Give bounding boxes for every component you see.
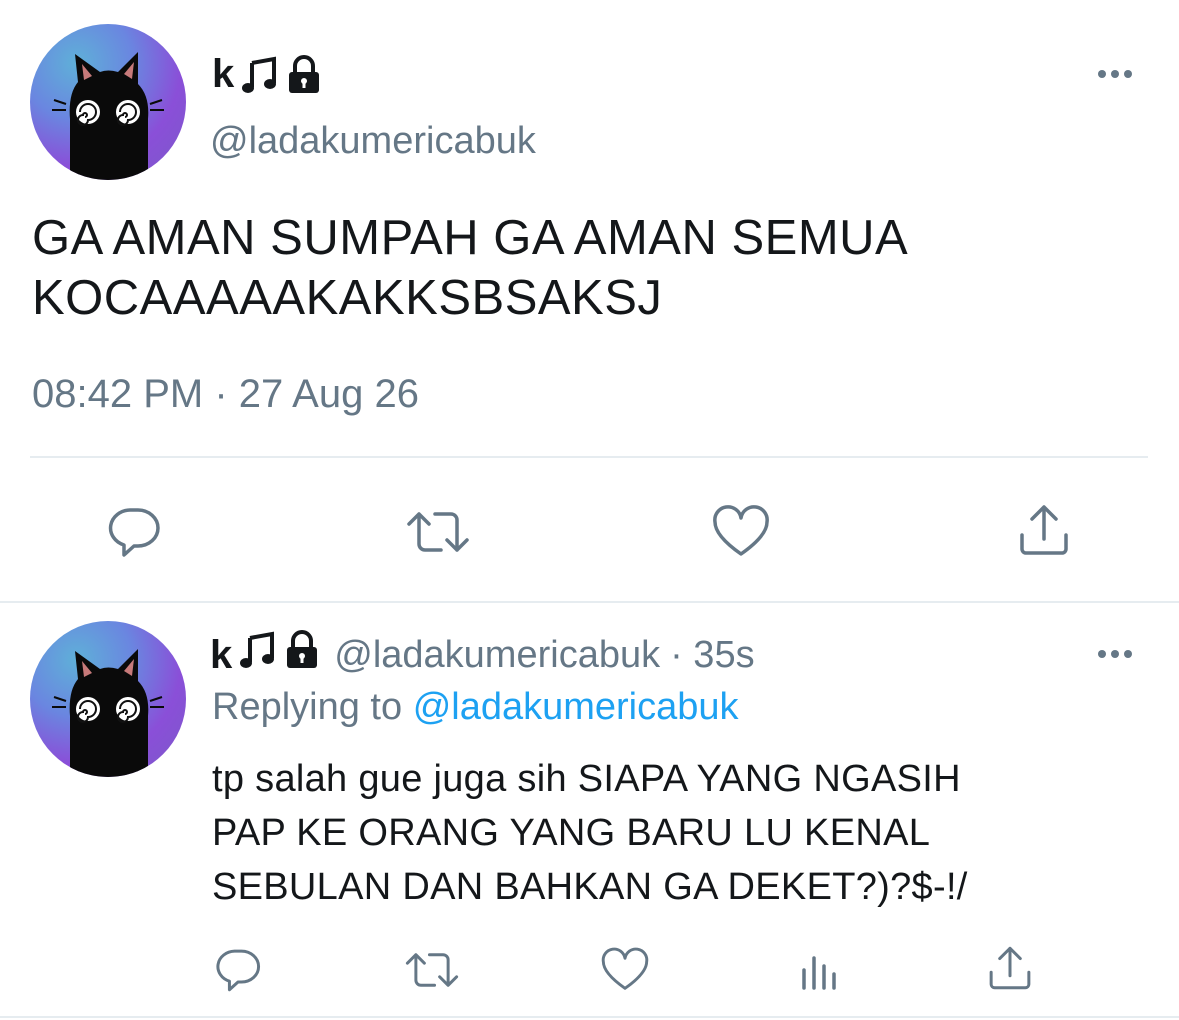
more-options-icon[interactable] <box>1098 650 1132 658</box>
reply-text-line: PAP KE ORANG YANG BARU LU KENAL <box>212 812 931 854</box>
divider <box>0 601 1179 603</box>
music-note-icon <box>240 55 280 95</box>
tweet-text: GA AMAN SUMPAH GA AMAN SEMUA KOCAAAAAKAK… <box>32 208 1152 328</box>
more-options-icon[interactable] <box>1098 70 1132 78</box>
replying-prefix: Replying to <box>212 686 403 728</box>
share-icon[interactable] <box>984 942 1036 994</box>
retweet-icon[interactable] <box>404 502 472 562</box>
replying-mention-link[interactable]: @ladakumericabuk <box>413 686 739 728</box>
replying-to: Replying to @ladakumericabuk <box>212 686 739 729</box>
black-cat-icon <box>52 649 164 777</box>
reply-text-line: tp salah gue juga sih SIAPA YANG NGASIH <box>212 758 961 800</box>
author-handle[interactable]: @ladakumericabuk <box>334 634 660 677</box>
like-icon[interactable] <box>598 944 652 996</box>
music-note-icon <box>238 630 278 680</box>
avatar[interactable] <box>30 621 186 777</box>
author-name[interactable]: k <box>212 52 322 97</box>
tweet-timestamp[interactable]: 08:42 PM · 27 Aug 26 <box>32 372 419 417</box>
tweet-text-line: GA AMAN SUMPAH GA AMAN SEMUA <box>32 211 909 265</box>
author-handle[interactable]: @ladakumericabuk <box>210 120 536 163</box>
reply-text-line: SEBULAN DAN BAHKAN GA DEKET?)?$-!/ <box>212 866 968 908</box>
avatar[interactable] <box>30 24 186 180</box>
author-name-text: k <box>212 52 235 96</box>
black-cat-icon <box>52 52 164 180</box>
like-icon[interactable] <box>710 502 772 562</box>
divider <box>30 456 1148 458</box>
lock-icon <box>286 54 322 95</box>
share-icon[interactable] <box>1014 500 1074 560</box>
divider <box>0 1016 1179 1018</box>
analytics-icon[interactable] <box>794 944 846 996</box>
retweet-icon[interactable] <box>402 944 462 996</box>
author-name[interactable]: k <box>210 630 320 680</box>
reply-icon[interactable] <box>104 502 164 562</box>
reply-icon[interactable] <box>212 944 264 996</box>
reply-text: tp salah gue juga sih SIAPA YANG NGASIH … <box>212 752 1112 914</box>
tweet-text-line: KOCAAAAAKAKKSBSAKSJ <box>32 271 663 325</box>
reply-header: k @ladakumericabuk · 35s <box>210 630 755 680</box>
author-name-text: k <box>210 632 233 677</box>
lock-icon <box>284 630 320 680</box>
reply-time: · 35s <box>670 633 755 676</box>
